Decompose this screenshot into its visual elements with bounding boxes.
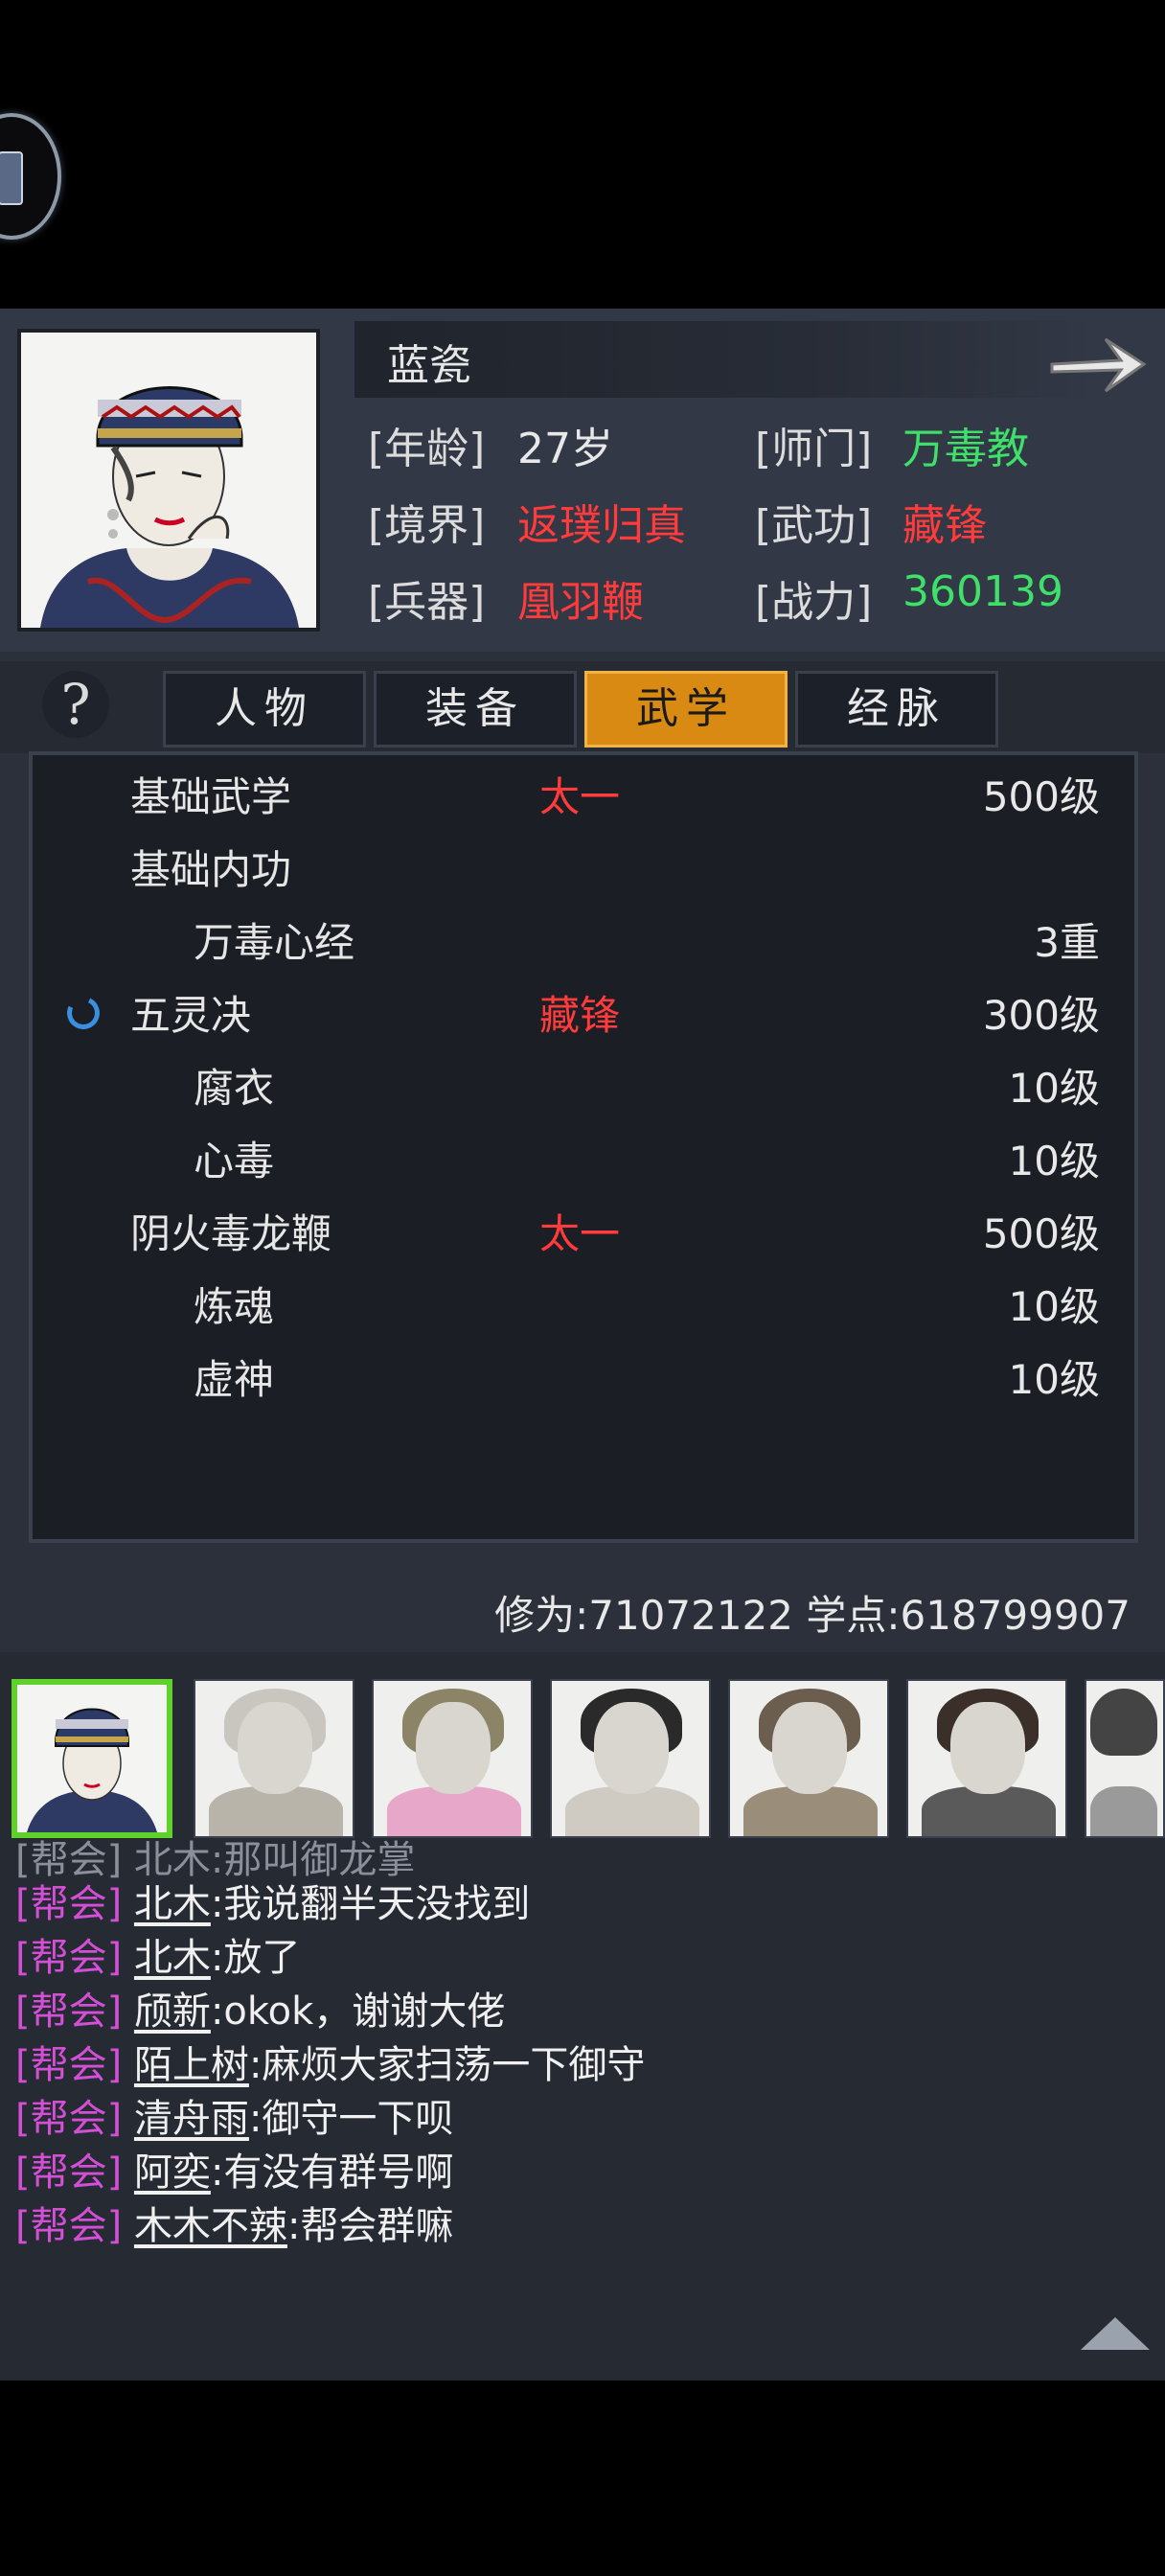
chat-username[interactable]: 清舟雨 bbox=[134, 2097, 249, 2141]
chat-message: [帮会] 清舟雨:御守一下呗 bbox=[15, 2087, 453, 2143]
next-character-button[interactable] bbox=[1046, 328, 1150, 402]
skill-rank: 太一 bbox=[539, 773, 621, 820]
field-label-realm: [境界] bbox=[368, 501, 486, 550]
field-value-sect: 万毒教 bbox=[902, 425, 1029, 473]
skill-level: 3重 bbox=[1034, 919, 1100, 966]
chat-username[interactable]: 北木 bbox=[134, 1936, 211, 1980]
chat-expand-triangle-icon[interactable] bbox=[1081, 2317, 1150, 2350]
skill-name: 心毒 bbox=[194, 1138, 275, 1184]
field-value-weapon: 凰羽鞭 bbox=[517, 578, 644, 627]
skill-level: 10级 bbox=[1008, 1065, 1100, 1112]
chat-text: :okok，谢谢大佬 bbox=[210, 1990, 506, 2034]
chat-text: :帮会群嘛 bbox=[286, 2204, 454, 2248]
tab-martial-arts[interactable]: 武学 bbox=[584, 671, 788, 748]
chat-message: [帮会] 陌上树:麻烦大家扫荡一下御守 bbox=[15, 2034, 645, 2089]
skill-row[interactable]: 虚神 10级 bbox=[29, 1344, 1138, 1416]
skill-name: 腐衣 bbox=[194, 1065, 275, 1112]
skill-level: 10级 bbox=[1008, 1138, 1100, 1184]
skill-name: 基础武学 bbox=[130, 773, 292, 820]
chat-text: :我说翻半天没找到 bbox=[210, 1882, 531, 1926]
skill-name: 五灵决 bbox=[130, 992, 252, 1039]
field-label-age: [年龄] bbox=[368, 425, 486, 473]
skill-row[interactable]: 腐衣 10级 bbox=[29, 1052, 1138, 1125]
field-label-sect: [师门] bbox=[755, 425, 873, 473]
chat-channel-tag: [帮会] bbox=[15, 2150, 123, 2195]
skill-row[interactable]: 心毒 10级 bbox=[29, 1125, 1138, 1198]
chat-message: [帮会] 颀新:okok，谢谢大佬 bbox=[15, 1980, 505, 2036]
chat-username[interactable]: 木木不辣 bbox=[134, 2204, 287, 2248]
skill-level: 10级 bbox=[1008, 1356, 1100, 1403]
party-avatar[interactable] bbox=[906, 1679, 1067, 1838]
character-portrait bbox=[17, 329, 320, 632]
chat-channel-tag: [帮会] bbox=[15, 1882, 123, 1926]
chat-text: :放了 bbox=[210, 1936, 301, 1980]
party-avatar[interactable] bbox=[550, 1679, 711, 1838]
menu-button[interactable] bbox=[0, 113, 61, 240]
chat-text: :御守一下呗 bbox=[248, 2097, 454, 2141]
field-value-age: 27岁 bbox=[517, 425, 613, 473]
chat-channel-tag: [帮会] bbox=[15, 2204, 123, 2248]
chat-username[interactable]: 北木 bbox=[134, 1882, 211, 1926]
chat-text: :麻烦大家扫荡一下御守 bbox=[248, 2043, 646, 2087]
party-avatar[interactable] bbox=[728, 1679, 889, 1838]
party-avatar-selected[interactable] bbox=[11, 1679, 172, 1838]
chat-message: [帮会] 木木不辣:帮会群嘛 bbox=[15, 2195, 453, 2250]
skill-level: 10级 bbox=[1008, 1283, 1100, 1330]
skill-level: 500级 bbox=[982, 1210, 1100, 1257]
skill-name: 基础内功 bbox=[130, 846, 292, 893]
chat-username[interactable]: 阿奕 bbox=[134, 2150, 211, 2195]
field-value-power: 360139 bbox=[902, 567, 1063, 616]
field-value-realm: 返璞归真 bbox=[517, 501, 686, 550]
skill-row[interactable]: 阴火毒龙鞭 太一 500级 bbox=[29, 1198, 1138, 1271]
chat-message: [帮会] 北木:放了 bbox=[15, 1926, 300, 1982]
character-name: 蓝瓷 bbox=[387, 341, 471, 390]
chat-text: :有没有群号啊 bbox=[210, 2150, 454, 2195]
field-label-weapon: [兵器] bbox=[368, 578, 486, 627]
field-label-martial: [武功] bbox=[755, 501, 873, 550]
cultivation-stats: 修为:71072122 学点:618799907 bbox=[494, 1592, 1131, 1639]
skill-level: 500级 bbox=[982, 773, 1100, 820]
chat-channel-tag: [帮会] bbox=[15, 1936, 123, 1980]
skill-row[interactable]: 万毒心经 3重 bbox=[29, 907, 1138, 979]
tab-character[interactable]: 人物 bbox=[163, 671, 366, 748]
skill-name: 万毒心经 bbox=[194, 919, 355, 966]
tab-meridians[interactable]: 经脉 bbox=[795, 671, 998, 748]
chat-message: [帮会] 北木:我说翻半天没找到 bbox=[15, 1873, 530, 1928]
skill-row[interactable]: 五灵决 藏锋 300级 bbox=[29, 979, 1138, 1052]
tab-equipment[interactable]: 装备 bbox=[374, 671, 577, 748]
party-avatar[interactable] bbox=[194, 1679, 354, 1838]
chat-username[interactable]: 陌上树 bbox=[134, 2043, 249, 2087]
skill-row[interactable]: 基础武学 太一 500级 bbox=[29, 761, 1138, 834]
chat-channel-tag: [帮会] bbox=[15, 2097, 123, 2141]
skill-rank: 藏锋 bbox=[539, 992, 621, 1039]
field-value-martial: 藏锋 bbox=[902, 501, 987, 550]
field-label-power: [战力] bbox=[755, 578, 873, 627]
skill-row[interactable]: 炼魂 10级 bbox=[29, 1271, 1138, 1344]
chat-message: [帮会] 阿奕:有没有群号啊 bbox=[15, 2141, 453, 2196]
help-icon[interactable]: ? bbox=[42, 671, 109, 738]
menu-icon bbox=[0, 151, 23, 205]
skill-level: 300级 bbox=[982, 992, 1100, 1039]
skill-rank: 太一 bbox=[539, 1210, 621, 1257]
party-avatar[interactable] bbox=[1085, 1679, 1165, 1838]
portrait-illustration bbox=[21, 333, 316, 628]
chat-username[interactable]: 颀新 bbox=[134, 1990, 211, 2034]
party-avatar[interactable] bbox=[372, 1679, 533, 1838]
skill-name: 炼魂 bbox=[194, 1283, 275, 1330]
avatar-portrait bbox=[17, 1685, 167, 1832]
skill-name: 阴火毒龙鞭 bbox=[130, 1210, 332, 1257]
skill-name: 虚神 bbox=[194, 1356, 275, 1403]
skill-row[interactable]: 基础内功 bbox=[29, 834, 1138, 907]
arrow-right-icon bbox=[1050, 337, 1147, 393]
chat-channel-tag: [帮会] bbox=[15, 1990, 123, 2034]
chat-channel-tag: [帮会] bbox=[15, 2043, 123, 2087]
